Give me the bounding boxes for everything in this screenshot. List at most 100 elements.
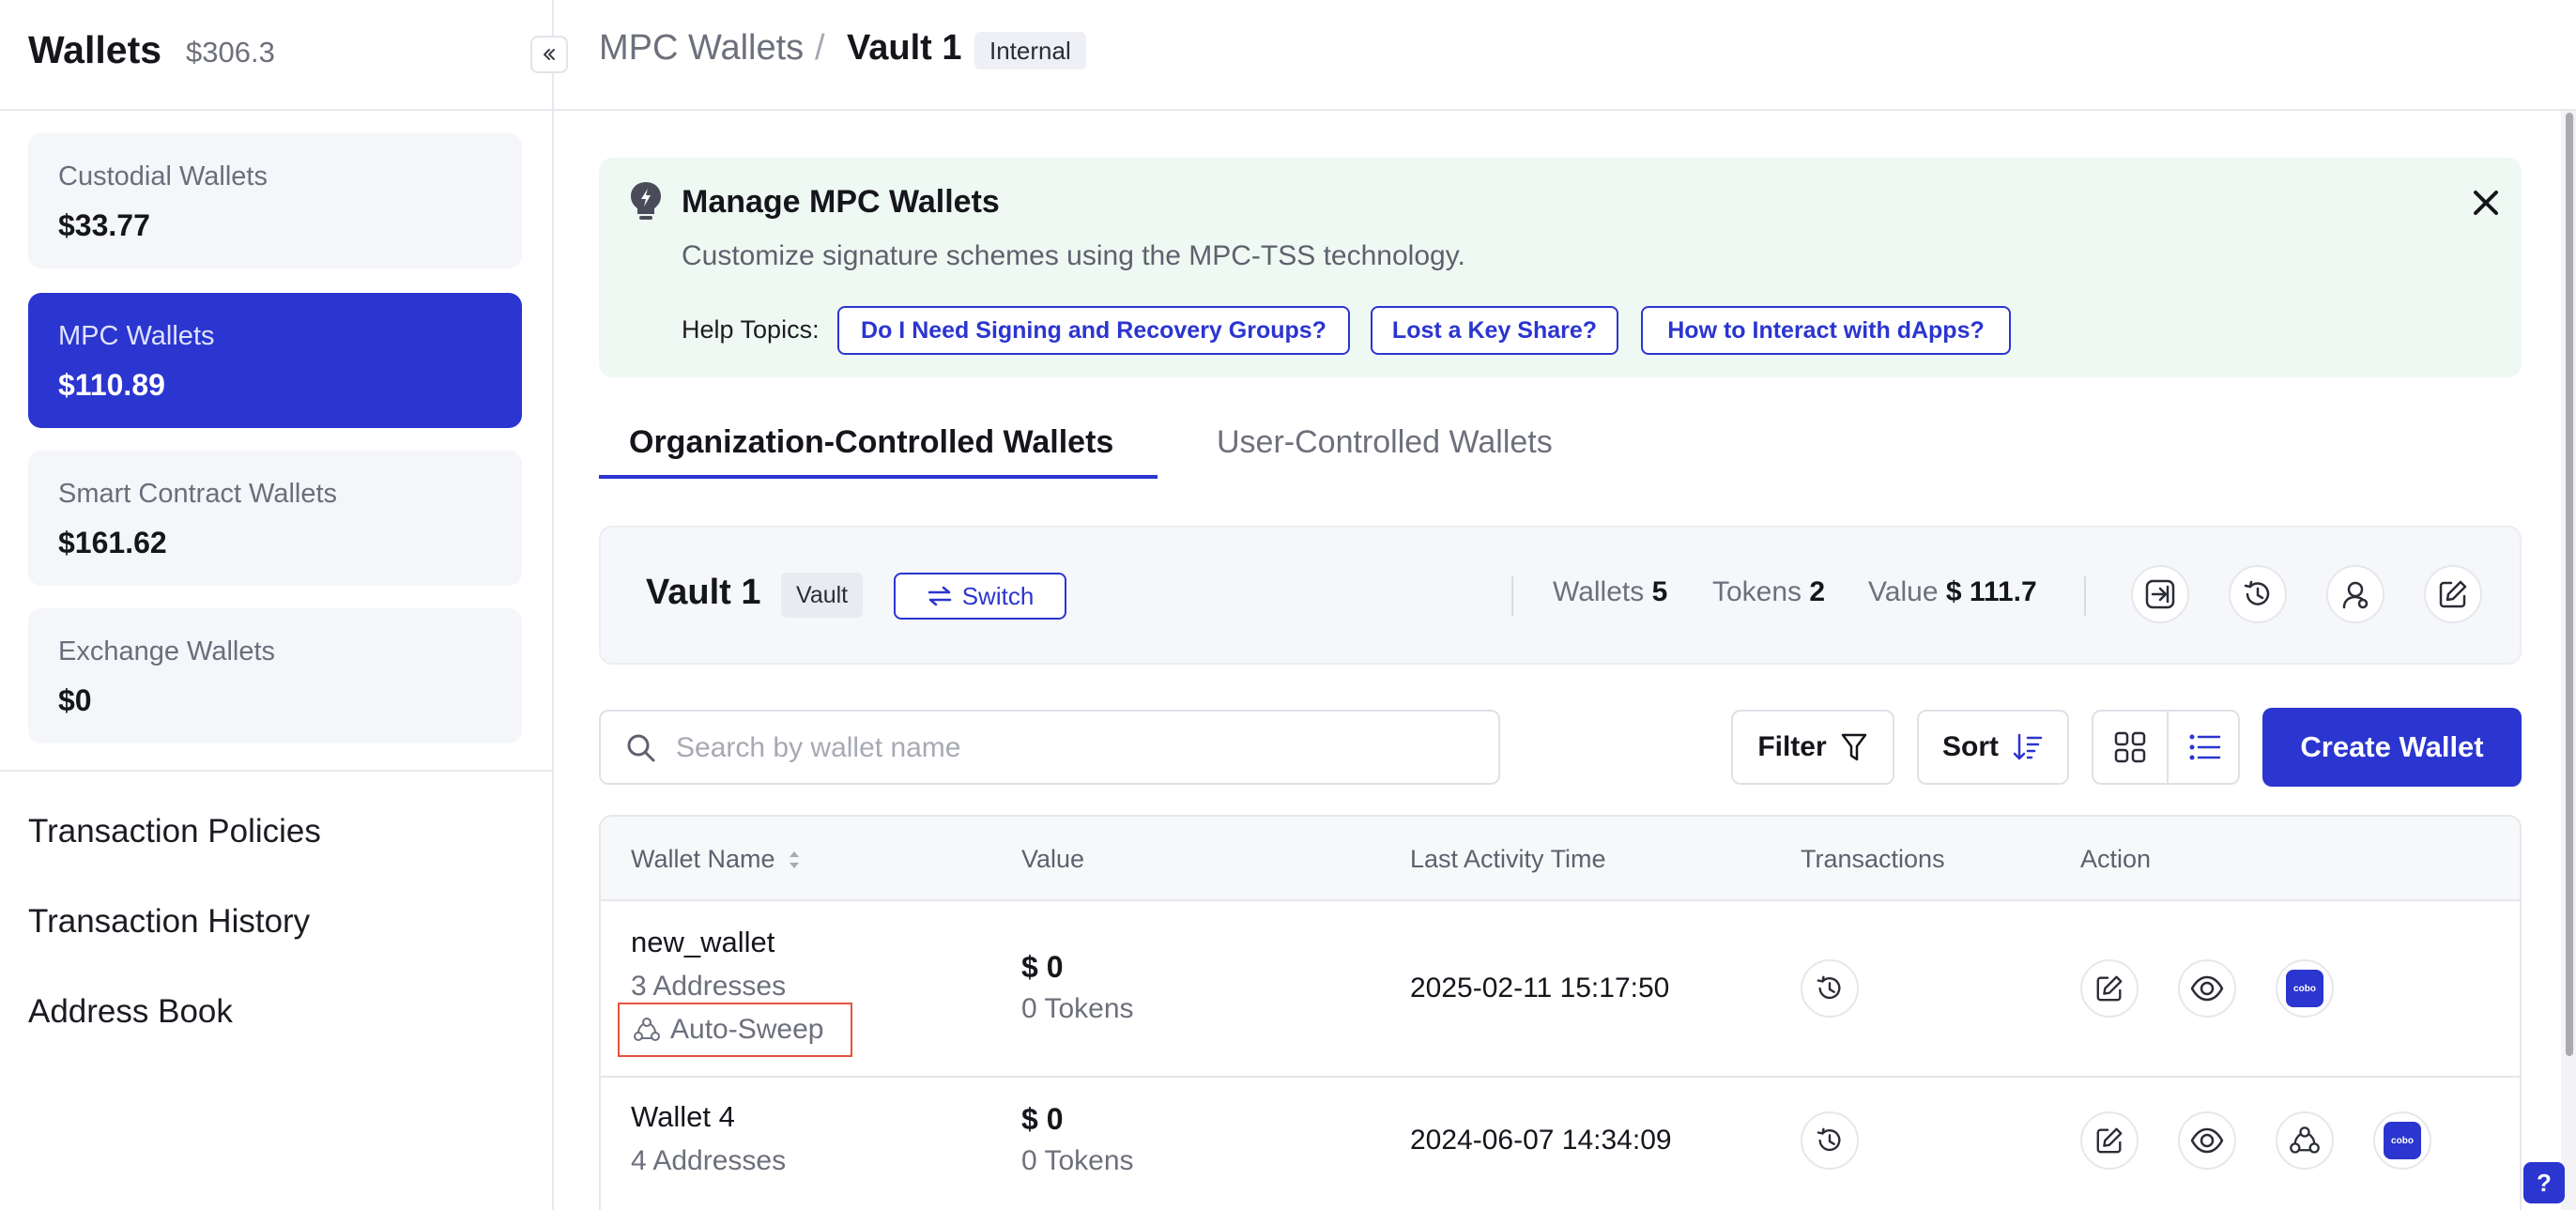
edit-wallet-button[interactable] bbox=[2080, 959, 2139, 1018]
wallet-type-smart-contract[interactable]: Smart Contract Wallets $161.62 bbox=[28, 451, 522, 586]
transactions-button[interactable] bbox=[1801, 1111, 1859, 1170]
wallet-addresses: 4 Addresses bbox=[631, 1145, 787, 1176]
tab-organization-controlled[interactable]: Organization-Controlled Wallets bbox=[629, 424, 1113, 461]
search-icon bbox=[627, 734, 655, 762]
history-icon bbox=[1817, 1127, 1841, 1152]
transactions-button[interactable] bbox=[1801, 959, 1859, 1018]
table-header: Wallet Name Value Last Activity Time Tra… bbox=[601, 817, 2520, 901]
value-stat: Value $ 111.7 bbox=[1868, 576, 2037, 608]
deposit-button[interactable] bbox=[2131, 565, 2189, 623]
breadcrumb-parent[interactable]: MPC Wallets bbox=[599, 28, 804, 69]
collapse-sidebar-button[interactable] bbox=[530, 36, 568, 73]
vault-history-button[interactable] bbox=[2229, 565, 2287, 623]
table-row: new_wallet 3 Addresses Auto-Sweep $ 0 0 … bbox=[601, 901, 2520, 1078]
sidebar-link-transaction-history[interactable]: Transaction History bbox=[28, 903, 310, 941]
column-title: Wallet Name bbox=[631, 845, 775, 873]
close-banner-button[interactable] bbox=[2467, 184, 2505, 222]
eye-icon bbox=[2190, 975, 2224, 1002]
cobo-portal-button[interactable]: cobo bbox=[2373, 1111, 2431, 1170]
filter-button[interactable]: Filter bbox=[1731, 710, 1894, 785]
sidebar-total-value: $306.3 bbox=[186, 36, 275, 69]
last-activity-time: 2024-06-07 14:34:09 bbox=[1410, 1125, 1672, 1156]
breadcrumb-separator: / bbox=[815, 28, 825, 68]
cobo-logo-icon: cobo bbox=[2384, 1122, 2421, 1159]
help-topic-lost-key-share[interactable]: Lost a Key Share? bbox=[1371, 306, 1618, 355]
auto-sweep-button[interactable] bbox=[2276, 1111, 2334, 1170]
table-row: Wallet 4 4 Addresses $ 0 0 Tokens 2024-0… bbox=[601, 1078, 2520, 1210]
value-stat-amount: $ 111.7 bbox=[1945, 576, 2037, 607]
info-banner: Manage MPC Wallets Customize signature s… bbox=[599, 158, 2522, 377]
banner-title: Manage MPC Wallets bbox=[682, 184, 1000, 220]
wallet-value: $ 0 bbox=[1021, 950, 1064, 984]
vault-members-button[interactable] bbox=[2326, 565, 2384, 623]
sort-button[interactable]: Sort bbox=[1917, 710, 2069, 785]
wallet-tokens: 0 Tokens bbox=[1021, 993, 1134, 1024]
column-header-action: Action bbox=[2080, 845, 2152, 873]
wallet-type-name: Exchange Wallets bbox=[58, 636, 276, 666]
wallet-type-name: Custodial Wallets bbox=[58, 161, 268, 191]
tokens-stat-label: Tokens bbox=[1712, 576, 1802, 607]
chevron-double-left-icon bbox=[544, 49, 555, 60]
sidebar: Wallets $306.3 Custodial Wallets $33.77 … bbox=[0, 0, 554, 1210]
auto-sweep-icon bbox=[2290, 1126, 2320, 1154]
login-arrow-icon bbox=[2145, 579, 2175, 609]
vault-name: Vault 1 bbox=[646, 573, 761, 612]
create-wallet-button[interactable]: Create Wallet bbox=[2262, 708, 2522, 787]
column-header-value: Value bbox=[1021, 845, 1085, 873]
eye-icon bbox=[2190, 1127, 2224, 1154]
list-icon bbox=[2189, 734, 2221, 760]
active-tab-indicator bbox=[599, 475, 1158, 479]
sort-icon bbox=[2013, 733, 2043, 760]
view-wallet-button[interactable] bbox=[2178, 1111, 2236, 1170]
sort-label: Sort bbox=[1942, 731, 1999, 762]
list-view-button[interactable] bbox=[2169, 712, 2242, 783]
edit-vault-button[interactable] bbox=[2424, 565, 2482, 623]
wallet-name[interactable]: Wallet 4 bbox=[631, 1100, 735, 1134]
question-mark-icon: ? bbox=[2537, 1168, 2552, 1197]
wallet-addresses: 3 Addresses bbox=[631, 971, 787, 1002]
search-input[interactable] bbox=[676, 725, 1483, 772]
sidebar-title: Wallets bbox=[28, 28, 162, 71]
switch-label: Switch bbox=[961, 581, 1035, 610]
wallets-table: Wallet Name Value Last Activity Time Tra… bbox=[599, 815, 2522, 1210]
help-topic-dapps[interactable]: How to Interact with dApps? bbox=[1641, 306, 2011, 355]
sidebar-link-address-book[interactable]: Address Book bbox=[28, 993, 233, 1031]
view-wallet-button[interactable] bbox=[2178, 959, 2236, 1018]
wallet-type-custodial[interactable]: Custodial Wallets $33.77 bbox=[28, 133, 522, 268]
tab-user-controlled[interactable]: User-Controlled Wallets bbox=[1217, 424, 1553, 461]
auto-sweep-tag[interactable]: Auto-Sweep bbox=[618, 1003, 852, 1057]
edit-wallet-button[interactable] bbox=[2080, 1111, 2139, 1170]
vault-summary: Vault 1 Vault Switch Wallets 5 Tokens 2 … bbox=[599, 526, 2522, 665]
cobo-portal-button[interactable]: cobo bbox=[2276, 959, 2334, 1018]
wallet-type-value: $161.62 bbox=[58, 526, 167, 559]
value-stat-label: Value bbox=[1868, 576, 1939, 607]
grid-view-button[interactable] bbox=[2093, 712, 2167, 783]
help-topics-label: Help Topics: bbox=[682, 315, 820, 344]
tokens-stat-count: 2 bbox=[1809, 576, 1826, 607]
filter-icon bbox=[1841, 733, 1866, 761]
wallet-name[interactable]: new_wallet bbox=[631, 926, 774, 959]
sidebar-link-transaction-policies[interactable]: Transaction Policies bbox=[28, 813, 321, 850]
wallet-type-exchange[interactable]: Exchange Wallets $0 bbox=[28, 608, 522, 743]
user-settings-icon bbox=[2342, 581, 2369, 609]
wallet-search bbox=[599, 710, 1500, 785]
switch-vault-button[interactable]: Switch bbox=[894, 573, 1066, 620]
sort-toggle-icon bbox=[789, 850, 799, 868]
column-header-transactions: Transactions bbox=[1801, 845, 1945, 873]
wallet-type-mpc[interactable]: MPC Wallets $110.89 bbox=[28, 293, 522, 428]
help-chat-button[interactable]: ? bbox=[2523, 1162, 2565, 1203]
auto-sweep-label: Auto-Sweep bbox=[670, 1014, 824, 1045]
column-header-wallet-name[interactable]: Wallet Name bbox=[631, 845, 802, 874]
sidebar-header: Wallets $306.3 bbox=[0, 0, 552, 111]
sidebar-divider bbox=[0, 770, 552, 772]
wallet-tokens: 0 Tokens bbox=[1021, 1145, 1134, 1176]
edit-icon bbox=[2096, 975, 2123, 1002]
column-header-last-activity: Last Activity Time bbox=[1410, 845, 1606, 873]
edit-icon bbox=[2096, 1127, 2123, 1154]
grid-icon bbox=[2114, 731, 2146, 763]
help-topic-signing-recovery[interactable]: Do I Need Signing and Recovery Groups? bbox=[837, 306, 1350, 355]
scrollbar-thumb[interactable] bbox=[2566, 113, 2573, 1056]
wallets-stat-label: Wallets bbox=[1553, 576, 1645, 607]
top-bar: MPC Wallets / Vault 1 Internal bbox=[554, 0, 2576, 111]
wallet-type-value: $33.77 bbox=[58, 208, 150, 242]
